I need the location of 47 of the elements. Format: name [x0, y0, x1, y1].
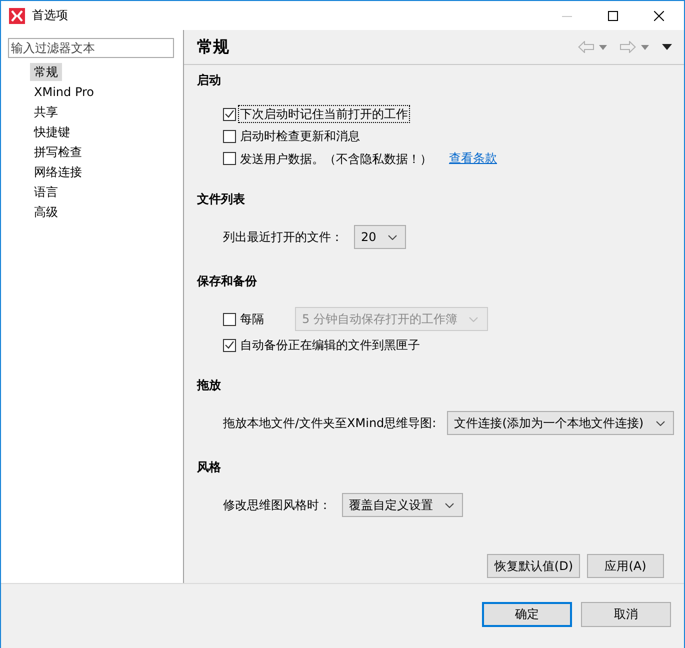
maximize-icon — [608, 10, 618, 20]
app-logo-icon — [9, 8, 25, 24]
section-heading: 保存和备份 — [197, 273, 257, 289]
checkbox[interactable] — [223, 108, 236, 120]
page-title: 常规 — [197, 36, 230, 58]
chevron-icon — [445, 502, 454, 508]
nav-item[interactable]: 高级 — [30, 203, 62, 221]
page-action-button[interactable]: 恢复默认值(D) — [487, 554, 580, 578]
check-icon — [225, 341, 234, 349]
chevron-icon — [656, 420, 665, 426]
section-heading: 拖放 — [197, 377, 221, 393]
field-label: 列出最近打开的文件： — [222, 229, 344, 245]
check-icon — [225, 110, 234, 118]
checkbox-label[interactable]: 发送用户数据。（不含隐私数据！） — [239, 150, 433, 166]
nav-item[interactable]: XMind Pro — [30, 83, 98, 101]
terms-link[interactable]: 查看条款 — [449, 150, 497, 167]
checkbox-label[interactable]: 启动时检查更新和消息 — [239, 128, 361, 144]
checkbox-label[interactable]: 自动备份正在编辑的文件到黑匣子 — [239, 337, 421, 353]
section-heading: 风格 — [197, 459, 221, 475]
chevron-icon — [388, 234, 398, 240]
dropdown[interactable]: 20 — [354, 225, 406, 249]
menu-caret-icon[interactable] — [662, 44, 672, 50]
window-title: 首选项 — [32, 7, 69, 24]
section-heading: 启动 — [197, 72, 221, 88]
close-icon — [654, 10, 664, 20]
dialog-button[interactable]: 取消 — [581, 602, 671, 626]
nav-item[interactable]: 语言 — [30, 183, 62, 201]
nav-item[interactable]: 共享 — [30, 103, 62, 121]
checkbox[interactable] — [223, 152, 236, 165]
field-label: 修改思维图风格时： — [222, 497, 332, 513]
nav-item[interactable]: 网络连接 — [30, 163, 86, 181]
page-action-button[interactable]: 应用(A) — [587, 554, 664, 578]
caret-icon[interactable] — [641, 44, 649, 50]
dropdown[interactable]: 文件连接(添加为一个本地文件连接) — [447, 411, 674, 435]
field-label: 拖放本地文件/文件夹至XMind思维导图: — [222, 415, 438, 431]
ok-button[interactable]: 确定 — [482, 602, 572, 626]
nav-item[interactable]: 快捷键 — [30, 123, 74, 141]
chevron-icon — [469, 316, 478, 322]
caret-icon[interactable] — [599, 44, 607, 50]
filter-field[interactable]: 输入过滤器文本 — [8, 38, 174, 58]
dropdown[interactable]: 覆盖自定义设置 — [342, 493, 463, 517]
checkbox-label[interactable]: 下次启动时记住当前打开的工作 — [239, 106, 409, 122]
nav-item[interactable]: 常规 — [30, 63, 62, 81]
section-heading: 文件列表 — [197, 191, 245, 207]
checkbox[interactable] — [223, 130, 236, 142]
checkbox[interactable] — [223, 338, 236, 352]
nav-item[interactable]: 拼写检查 — [30, 143, 86, 161]
